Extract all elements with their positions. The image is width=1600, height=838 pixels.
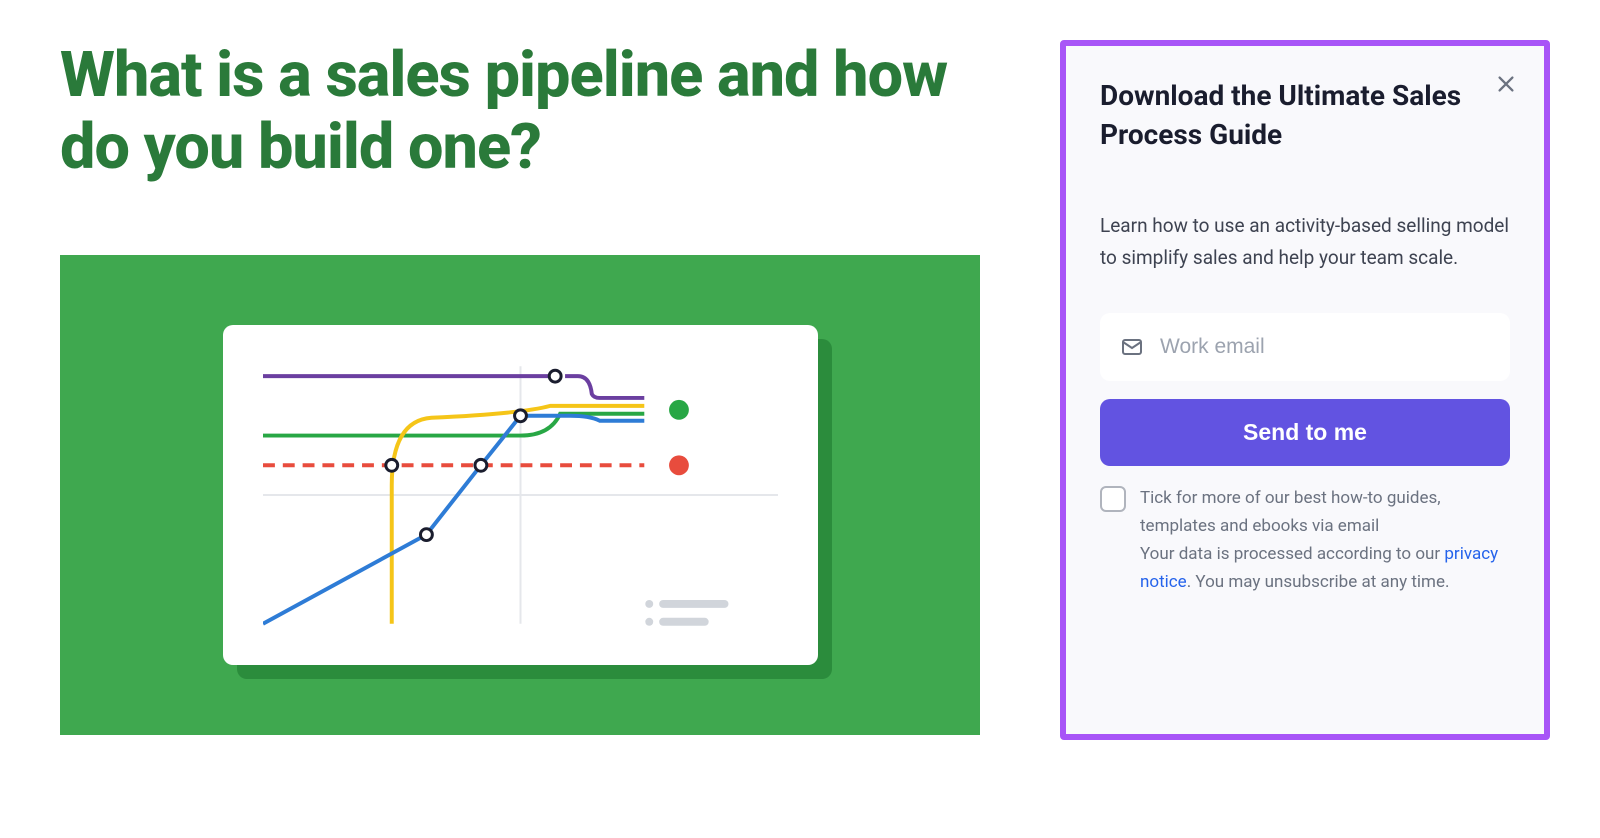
chart-illustration [223,325,818,665]
consent-checkbox[interactable] [1100,486,1126,512]
consent-text: Tick for more of our best how-to guides,… [1140,484,1510,596]
sidebar-title: Download the Ultimate Sales Process Guid… [1100,76,1510,154]
close-icon [1495,73,1517,95]
page-title: What is a sales pipeline and how do you … [60,40,1020,185]
privacy-prefix: Your data is processed according to our [1140,544,1444,564]
privacy-suffix: . You may unsubscribe at any time. [1187,572,1450,592]
email-field[interactable] [1160,335,1490,359]
hero-image [60,255,980,735]
download-guide-sidebar: Download the Ultimate Sales Process Guid… [1060,40,1550,740]
line-chart-icon [263,355,778,635]
email-input-wrapper[interactable] [1100,313,1510,381]
mail-icon [1120,335,1144,359]
main-content: What is a sales pipeline and how do you … [60,40,1020,798]
close-button[interactable] [1492,70,1520,98]
send-to-me-button[interactable]: Send to me [1100,399,1510,466]
consent-label: Tick for more of our best how-to guides,… [1140,488,1441,536]
sidebar-description: Learn how to use an activity-based selli… [1100,210,1510,273]
